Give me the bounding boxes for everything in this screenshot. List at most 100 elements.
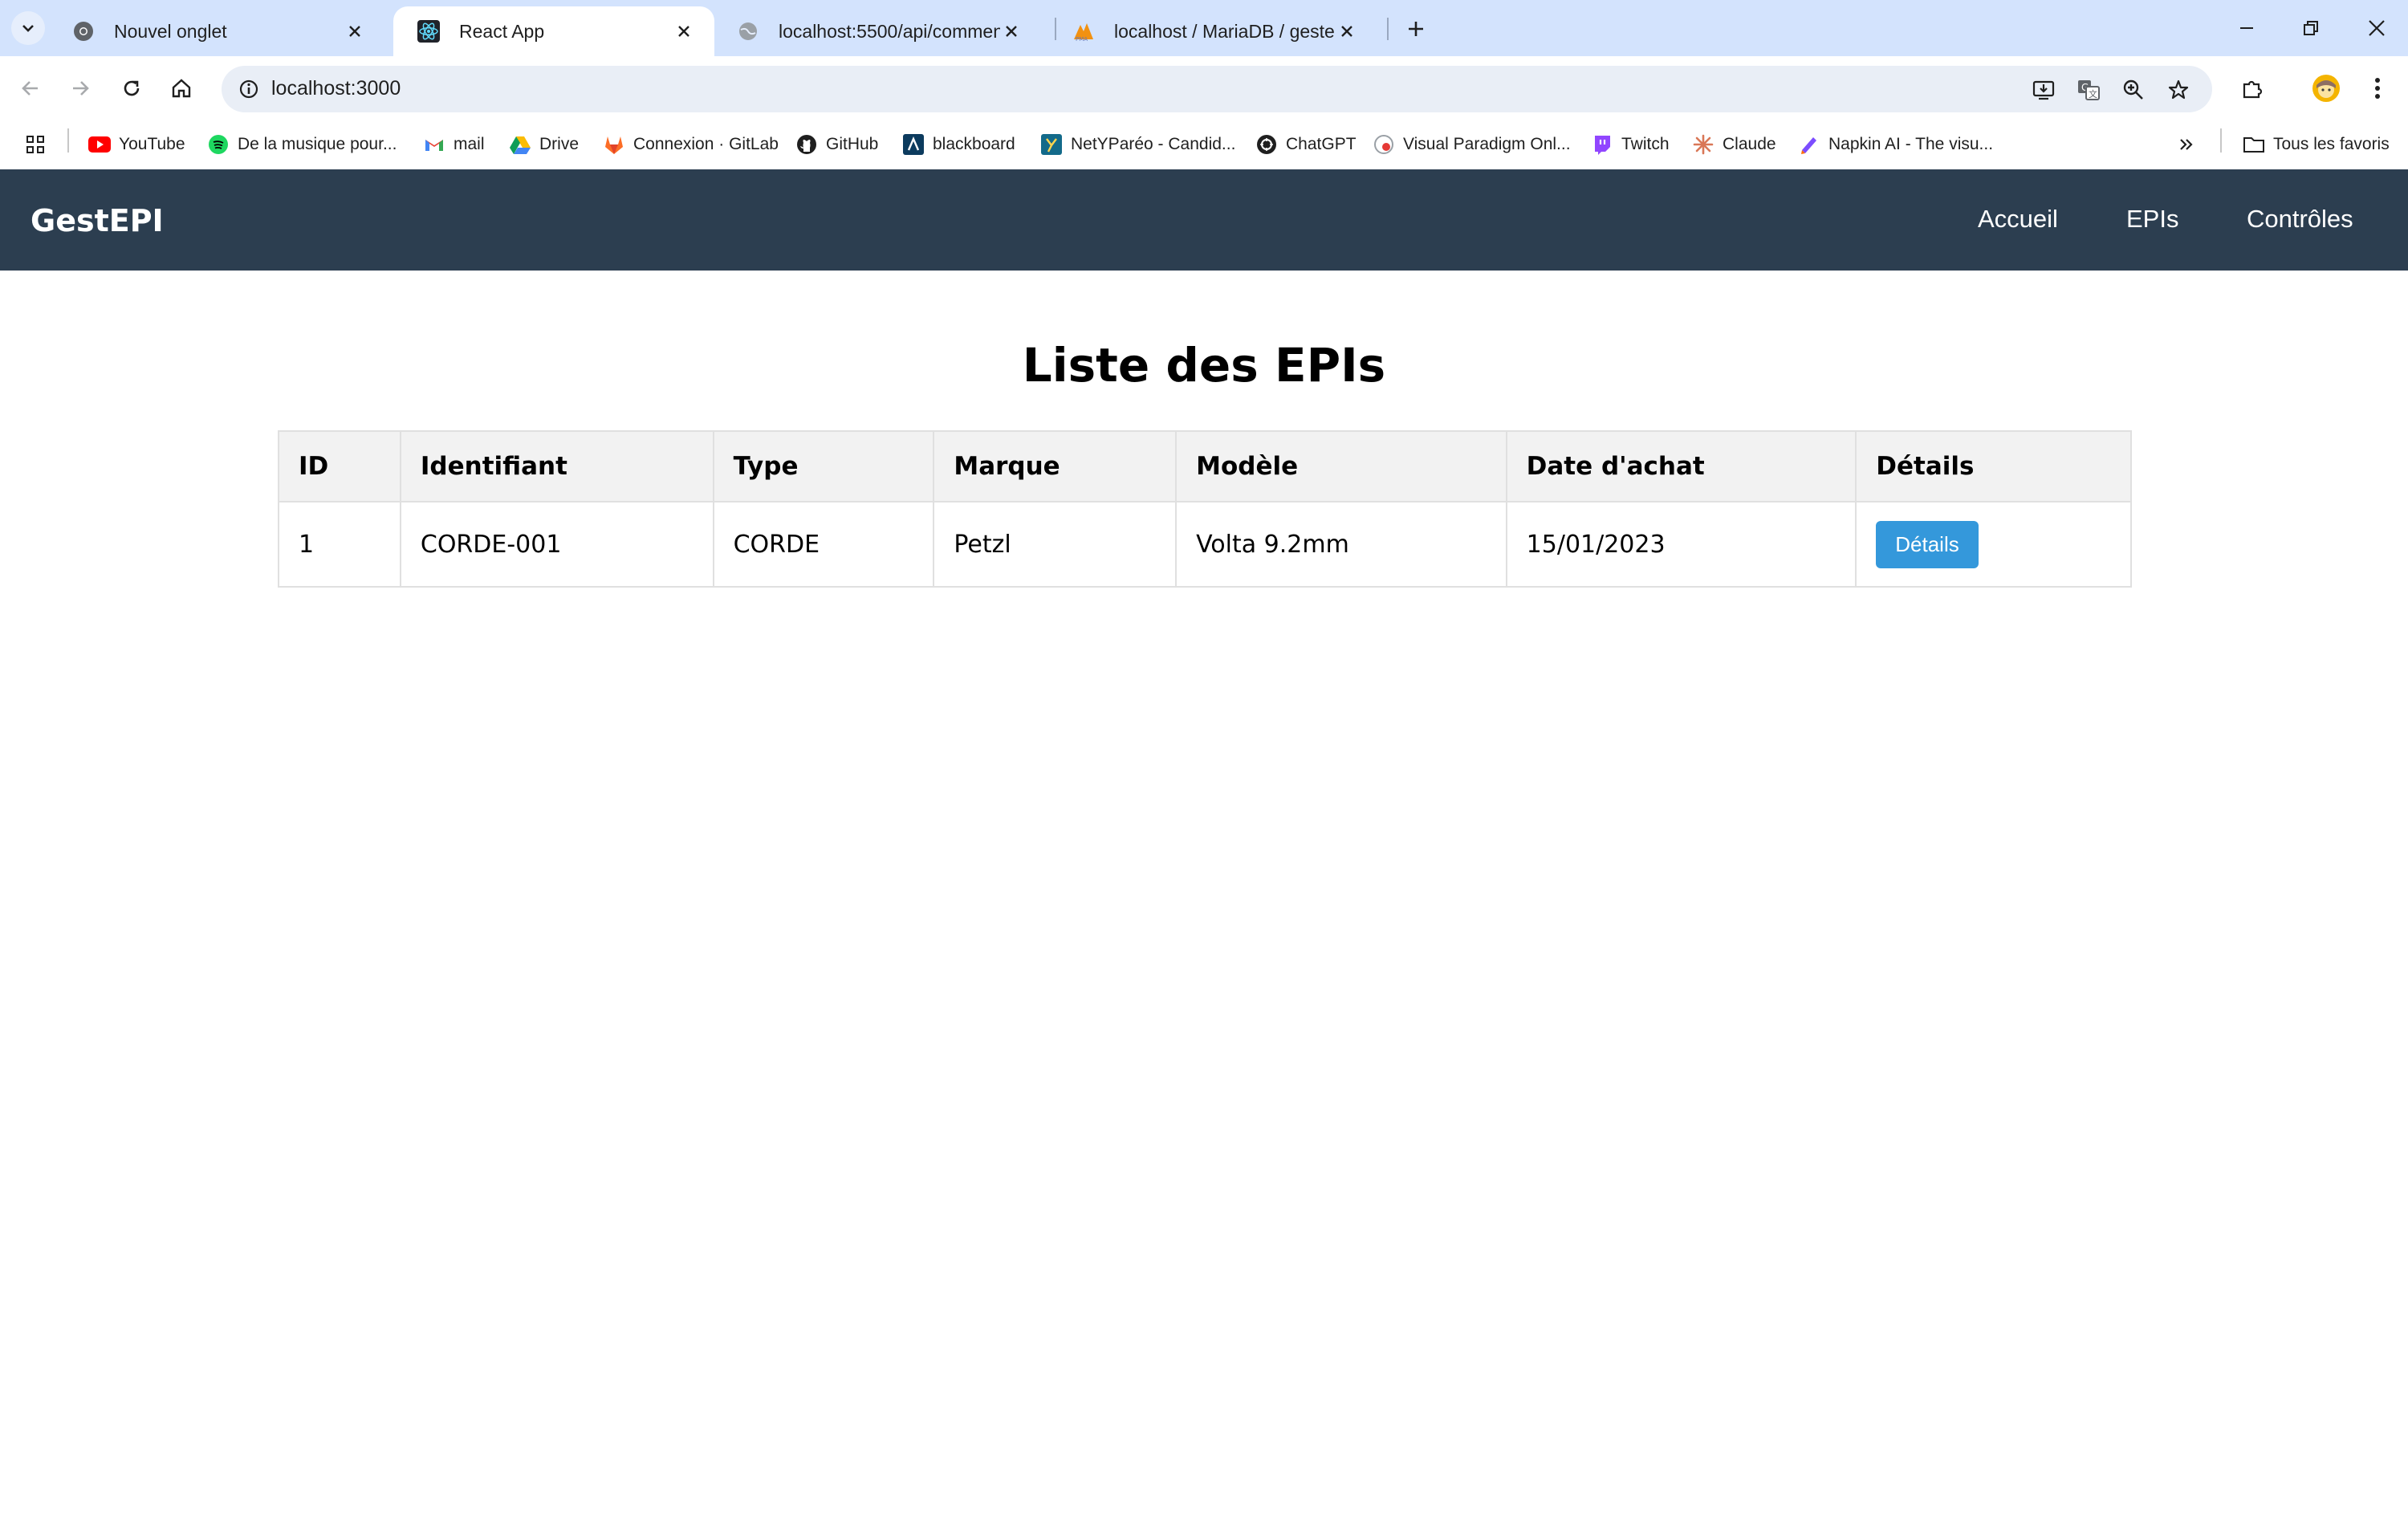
apps-button[interactable] bbox=[24, 130, 55, 159]
bookmark-separator bbox=[2220, 128, 2222, 153]
bookmark-spotify[interactable]: De la musique pour... bbox=[207, 130, 397, 159]
arrow-right-icon bbox=[73, 81, 89, 96]
tab-title: Nouvel onglet bbox=[114, 20, 227, 42]
claude-icon bbox=[1692, 133, 1714, 156]
bookmark-label: Twitch bbox=[1621, 135, 1670, 153]
url-text[interactable]: localhost:3000 bbox=[271, 77, 401, 100]
more-bookmarks-button[interactable] bbox=[2175, 130, 2206, 159]
home-button[interactable] bbox=[162, 69, 201, 108]
chevron-down-icon bbox=[22, 25, 34, 32]
bookmark-label: Claude bbox=[1723, 135, 1776, 153]
apps-grid-icon bbox=[24, 133, 47, 156]
install-app-icon[interactable] bbox=[2028, 74, 2060, 106]
bookmark-label: ChatGPT bbox=[1286, 135, 1357, 153]
address-bar[interactable]: localhost:3000 G文 bbox=[222, 66, 2212, 112]
nav-link-controles[interactable]: Contrôles bbox=[2247, 205, 2353, 234]
restore-button[interactable] bbox=[2292, 11, 2329, 45]
svg-text:文: 文 bbox=[2089, 88, 2097, 100]
netypareo-icon bbox=[1040, 133, 1063, 156]
spotify-icon bbox=[207, 133, 230, 156]
bookmark-twitch[interactable]: Twitch bbox=[1591, 130, 1670, 159]
reload-button[interactable] bbox=[112, 69, 151, 108]
kebab-menu-icon bbox=[2375, 78, 2380, 99]
profile-button[interactable] bbox=[2308, 71, 2344, 106]
close-icon[interactable] bbox=[1000, 20, 1023, 43]
tab-react-app[interactable]: React App bbox=[393, 6, 714, 56]
column-header-marque: Marque bbox=[933, 430, 1178, 502]
tab-title: React App bbox=[459, 20, 545, 42]
column-header-id: ID bbox=[278, 430, 401, 502]
brand-logo[interactable]: GestEPI bbox=[31, 203, 164, 238]
tab-new-tab[interactable]: Nouvel onglet bbox=[48, 6, 385, 56]
cell-id: 1 bbox=[278, 501, 401, 588]
bookmark-claude[interactable]: Claude bbox=[1692, 130, 1776, 159]
tab-search-button[interactable] bbox=[11, 11, 45, 45]
close-window-button[interactable] bbox=[2358, 11, 2395, 45]
table-header-row: ID Identifiant Type Marque Modèle Date d… bbox=[278, 430, 2132, 502]
cell-marque: Petzl bbox=[933, 501, 1178, 588]
restore-icon bbox=[2304, 21, 2318, 35]
chrome-icon bbox=[72, 20, 95, 43]
forward-button[interactable] bbox=[61, 69, 100, 108]
back-button[interactable] bbox=[11, 69, 50, 108]
nav-link-epis[interactable]: EPIs bbox=[2126, 205, 2178, 234]
bookmark-gitlab[interactable]: Connexion · GitLab bbox=[603, 130, 779, 159]
bookmark-label: GitHub bbox=[826, 135, 879, 153]
extensions-button[interactable] bbox=[2235, 71, 2270, 106]
bookmark-drive[interactable]: Drive bbox=[509, 130, 579, 159]
close-icon[interactable] bbox=[673, 20, 695, 43]
new-tab-button[interactable] bbox=[1400, 13, 1432, 45]
tab-api-commentaires[interactable]: localhost:5500/api/commentair bbox=[713, 6, 1042, 56]
bookmark-label: Tous les favoris bbox=[2273, 135, 2390, 153]
svg-text:PMA: PMA bbox=[1076, 36, 1088, 43]
bookmark-label: mail bbox=[454, 135, 485, 153]
globe-icon bbox=[737, 20, 759, 43]
bookmark-label: Napkin AI - The visu... bbox=[1828, 135, 1994, 153]
minimize-button[interactable] bbox=[2228, 11, 2265, 45]
bookmark-napkin[interactable]: Napkin AI - The visu... bbox=[1798, 130, 1993, 159]
epi-table: ID Identifiant Type Marque Modèle Date d… bbox=[278, 430, 2132, 588]
gitlab-icon bbox=[603, 133, 625, 156]
bookmark-blackboard[interactable]: blackboard bbox=[902, 130, 1015, 159]
tab-separator bbox=[1387, 18, 1389, 40]
translate-icon[interactable]: G文 bbox=[2072, 74, 2105, 106]
tab-phpmyadmin[interactable]: PMA localhost / MariaDB / gestepi / bbox=[1048, 6, 1377, 56]
double-chevron-right-icon bbox=[2175, 133, 2198, 156]
close-icon[interactable] bbox=[1336, 20, 1358, 43]
menu-button[interactable] bbox=[2360, 71, 2395, 106]
minimize-icon bbox=[2240, 27, 2253, 29]
bookmark-chatgpt[interactable]: ChatGPT bbox=[1255, 130, 1357, 159]
phpmyadmin-icon: PMA bbox=[1072, 20, 1095, 43]
youtube-icon bbox=[88, 133, 111, 156]
bookmark-star-icon[interactable] bbox=[2162, 74, 2194, 106]
column-header-modele: Modèle bbox=[1175, 430, 1507, 502]
folder-icon bbox=[2243, 133, 2265, 156]
all-bookmarks-folder[interactable]: Tous les favoris bbox=[2243, 130, 2390, 159]
cell-details: Détails bbox=[1855, 501, 2132, 588]
avatar bbox=[2312, 75, 2340, 102]
zoom-icon[interactable] bbox=[2117, 74, 2150, 106]
bookmark-visual-paradigm[interactable]: Visual Paradigm Onl... bbox=[1373, 130, 1571, 159]
home-icon bbox=[172, 79, 191, 98]
close-icon[interactable] bbox=[344, 20, 366, 43]
drive-icon bbox=[509, 133, 531, 156]
page-title: Liste des EPIs bbox=[1022, 338, 1386, 393]
cell-modele: Volta 9.2mm bbox=[1175, 501, 1507, 588]
browser-toolbar: localhost:3000 G文 bbox=[0, 56, 2408, 120]
blackboard-icon bbox=[902, 133, 925, 156]
cell-date-achat: 15/01/2023 bbox=[1505, 501, 1857, 588]
plus-icon bbox=[1409, 22, 1423, 36]
tab-title: localhost:5500/api/commentair bbox=[779, 20, 1000, 42]
details-button[interactable]: Détails bbox=[1876, 520, 1979, 568]
bookmark-netypareo[interactable]: NetYParéo - Candid... bbox=[1040, 130, 1235, 159]
bookmark-label: Connexion · GitLab bbox=[633, 135, 779, 153]
puzzle-icon bbox=[2243, 80, 2263, 99]
bookmark-mail[interactable]: mail bbox=[423, 130, 485, 159]
bookmark-label: YouTube bbox=[119, 135, 185, 153]
close-icon bbox=[2369, 20, 2385, 36]
tab-title: localhost / MariaDB / gestepi / bbox=[1114, 20, 1336, 42]
nav-link-accueil[interactable]: Accueil bbox=[1978, 205, 2058, 234]
bookmark-github[interactable]: GitHub bbox=[795, 130, 878, 159]
bookmark-youtube[interactable]: YouTube bbox=[88, 130, 185, 159]
site-info-icon[interactable] bbox=[233, 73, 265, 105]
